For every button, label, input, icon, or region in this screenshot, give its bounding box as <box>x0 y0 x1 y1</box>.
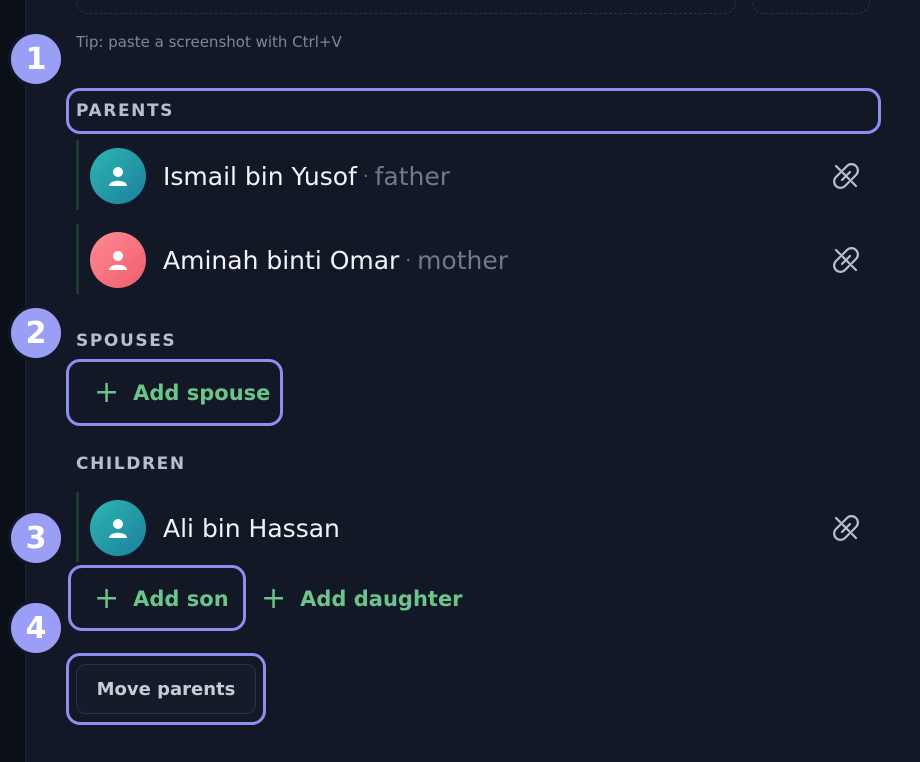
children-heading: CHILDREN <box>76 454 186 474</box>
paste-drop-zone[interactable] <box>76 0 736 14</box>
person-role: mother <box>417 245 509 275</box>
add-son-button[interactable]: + Add son <box>94 584 229 614</box>
person-name[interactable]: Ismail bin Yusof <box>163 162 357 191</box>
person-icon <box>109 167 127 186</box>
step-badge-3: 3 <box>8 510 64 566</box>
child-row[interactable]: Ali bin Hassan <box>90 496 870 560</box>
move-parents-button[interactable]: Move parents <box>76 664 256 714</box>
person-icon <box>109 251 127 270</box>
avatar <box>90 148 146 204</box>
avatar <box>90 500 146 556</box>
person-role: father <box>374 161 451 191</box>
avatar <box>90 232 146 288</box>
plus-icon: + <box>94 375 120 410</box>
parents-heading: PARENTS <box>76 101 175 121</box>
role-separator: · <box>362 165 369 187</box>
plus-icon: + <box>94 581 120 616</box>
person-name[interactable]: Ali bin Hassan <box>163 514 340 543</box>
role-separator: · <box>405 249 412 271</box>
parent-row-father[interactable]: Ismail bin Yusof · father <box>90 144 870 208</box>
parent-row-mother[interactable]: Aminah binti Omar · mother <box>90 228 870 292</box>
person-icon <box>109 519 127 538</box>
step-badge-4: 4 <box>8 600 64 656</box>
row-accent-line <box>76 140 79 210</box>
highlight-parents-heading <box>66 88 881 134</box>
row-accent-line <box>76 492 79 562</box>
add-spouse-button[interactable]: + Add spouse <box>94 378 270 408</box>
step-badge-1: 1 <box>8 31 64 87</box>
add-daughter-button[interactable]: + Add daughter <box>261 584 463 614</box>
unlink-icon[interactable] <box>830 160 862 192</box>
person-name[interactable]: Aminah binti Omar <box>163 246 399 275</box>
plus-icon: + <box>261 581 287 616</box>
add-son-label: Add son <box>133 587 229 611</box>
step-badge-2: 2 <box>8 305 64 361</box>
unlink-icon[interactable] <box>830 512 862 544</box>
paste-tip: Tip: paste a screenshot with Ctrl+V <box>76 33 342 51</box>
upload-button[interactable] <box>752 0 870 14</box>
spouses-heading: SPOUSES <box>76 331 177 351</box>
add-spouse-label: Add spouse <box>133 381 271 405</box>
unlink-icon[interactable] <box>830 244 862 276</box>
row-accent-line <box>76 224 79 294</box>
add-daughter-label: Add daughter <box>300 587 463 611</box>
